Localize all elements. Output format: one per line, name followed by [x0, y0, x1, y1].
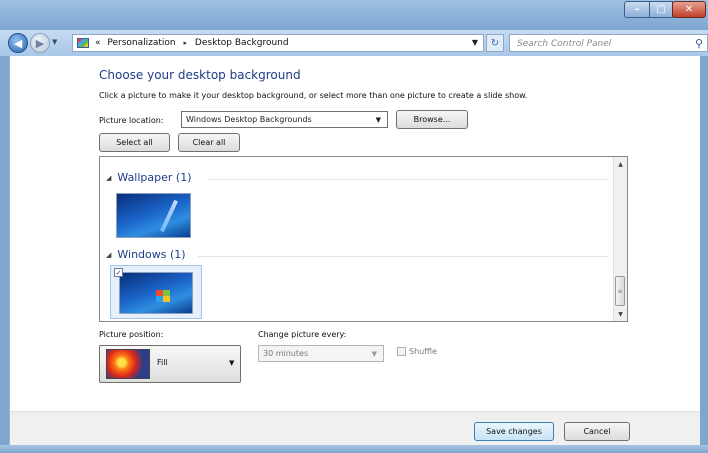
breadcrumb-personalization[interactable]: Personalization	[107, 38, 175, 48]
window-bottom-border	[0, 445, 708, 453]
window-frame: – □ ✕ ◀ ▶ ▼ « Personalization ▸ Desktop …	[0, 0, 708, 453]
maximize-button[interactable]: □	[649, 1, 673, 18]
picture-position-label: Picture position:	[99, 330, 164, 339]
minimize-button[interactable]: –	[624, 1, 650, 18]
picture-position-value: Fill	[157, 358, 168, 367]
shuffle-checkbox[interactable]	[397, 347, 406, 356]
scroll-down-icon[interactable]: ▼	[614, 307, 627, 321]
chevron-down-icon: ▼	[375, 116, 381, 124]
select-all-button[interactable]: Select all	[99, 133, 170, 152]
save-changes-button[interactable]: Save changes	[474, 422, 554, 441]
refresh-button[interactable]: ↻	[486, 34, 504, 52]
change-picture-label: Change picture every:	[258, 330, 347, 339]
light-streak	[160, 199, 178, 233]
refresh-icon: ↻	[490, 37, 500, 49]
windows-thumbnail-selected[interactable]: ✓	[110, 265, 202, 319]
breadcrumb-separator-icon[interactable]: ▸	[184, 39, 188, 47]
collapse-triangle-icon[interactable]: ◢	[106, 251, 111, 259]
breadcrumb-desktop-background[interactable]: Desktop Background	[195, 38, 289, 48]
group-title: Windows (1)	[117, 248, 186, 261]
change-picture-interval-select[interactable]: 30 minutes ▼	[258, 345, 384, 362]
picture-location-value: Windows Desktop Backgrounds	[186, 115, 312, 124]
control-panel-icon	[77, 38, 89, 48]
content-area: Choose your desktop background Click a p…	[9, 56, 700, 446]
search-input[interactable]	[515, 36, 689, 52]
address-dropdown-icon[interactable]: ▼	[472, 38, 478, 47]
thumbnail-checkbox[interactable]: ✓	[114, 268, 123, 277]
fill-preview-image	[106, 349, 150, 379]
group-header-windows[interactable]: ◢ Windows (1)	[106, 248, 186, 261]
navigation-bar: ◀ ▶ ▼ « Personalization ▸ Desktop Backgr…	[0, 30, 708, 56]
collapse-triangle-icon[interactable]: ◢	[106, 174, 111, 182]
group-divider	[198, 256, 608, 257]
cancel-button[interactable]: Cancel	[564, 422, 630, 441]
search-icon[interactable]: ⚲	[695, 37, 703, 50]
address-bar[interactable]: « Personalization ▸ Desktop Background ▼	[72, 34, 484, 52]
recent-pages-dropdown-icon[interactable]: ▼	[52, 38, 57, 46]
scroll-up-icon[interactable]: ▲	[614, 157, 627, 171]
wallpaper-thumbnail[interactable]	[116, 193, 191, 238]
windows-logo	[156, 290, 170, 302]
picture-location-label: Picture location:	[99, 116, 164, 125]
chevron-down-icon: ▼	[229, 359, 235, 367]
close-button[interactable]: ✕	[672, 1, 706, 18]
forward-arrow-icon: ▶	[35, 36, 45, 50]
shuffle-option[interactable]: Shuffle	[397, 347, 437, 356]
page-title: Choose your desktop background	[99, 68, 301, 82]
windows-thumbnail	[119, 272, 193, 314]
change-picture-value: 30 minutes	[263, 349, 309, 358]
title-bar[interactable]: – □ ✕	[0, 0, 708, 30]
group-title: Wallpaper (1)	[117, 171, 192, 184]
shuffle-label: Shuffle	[409, 347, 437, 356]
picture-location-select[interactable]: Windows Desktop Backgrounds ▼	[181, 111, 388, 128]
chevron-down-icon: ▼	[371, 350, 377, 358]
picture-gallery: ◢ Wallpaper (1) ◢ Windows (1) ✓ ▲ ≡ ▼	[99, 156, 628, 322]
browse-button[interactable]: Browse...	[396, 110, 468, 129]
breadcrumb-overflow[interactable]: «	[95, 38, 101, 48]
group-header-wallpaper[interactable]: ◢ Wallpaper (1)	[106, 171, 192, 184]
footer-bar: Save changes Cancel	[10, 411, 700, 446]
forward-button[interactable]: ▶	[30, 33, 50, 53]
back-arrow-icon: ◀	[13, 36, 23, 50]
gallery-scrollbar[interactable]: ▲ ≡ ▼	[613, 157, 627, 321]
clear-all-button[interactable]: Clear all	[178, 133, 240, 152]
search-box[interactable]: ⚲	[509, 34, 708, 52]
breadcrumb: « Personalization ▸ Desktop Background	[95, 38, 289, 48]
scroll-thumb[interactable]: ≡	[615, 276, 625, 306]
instructions-text: Click a picture to make it your desktop …	[99, 91, 528, 100]
picture-position-dropdown[interactable]: Fill ▼	[99, 345, 241, 383]
group-divider	[208, 179, 608, 180]
back-button[interactable]: ◀	[8, 33, 28, 53]
